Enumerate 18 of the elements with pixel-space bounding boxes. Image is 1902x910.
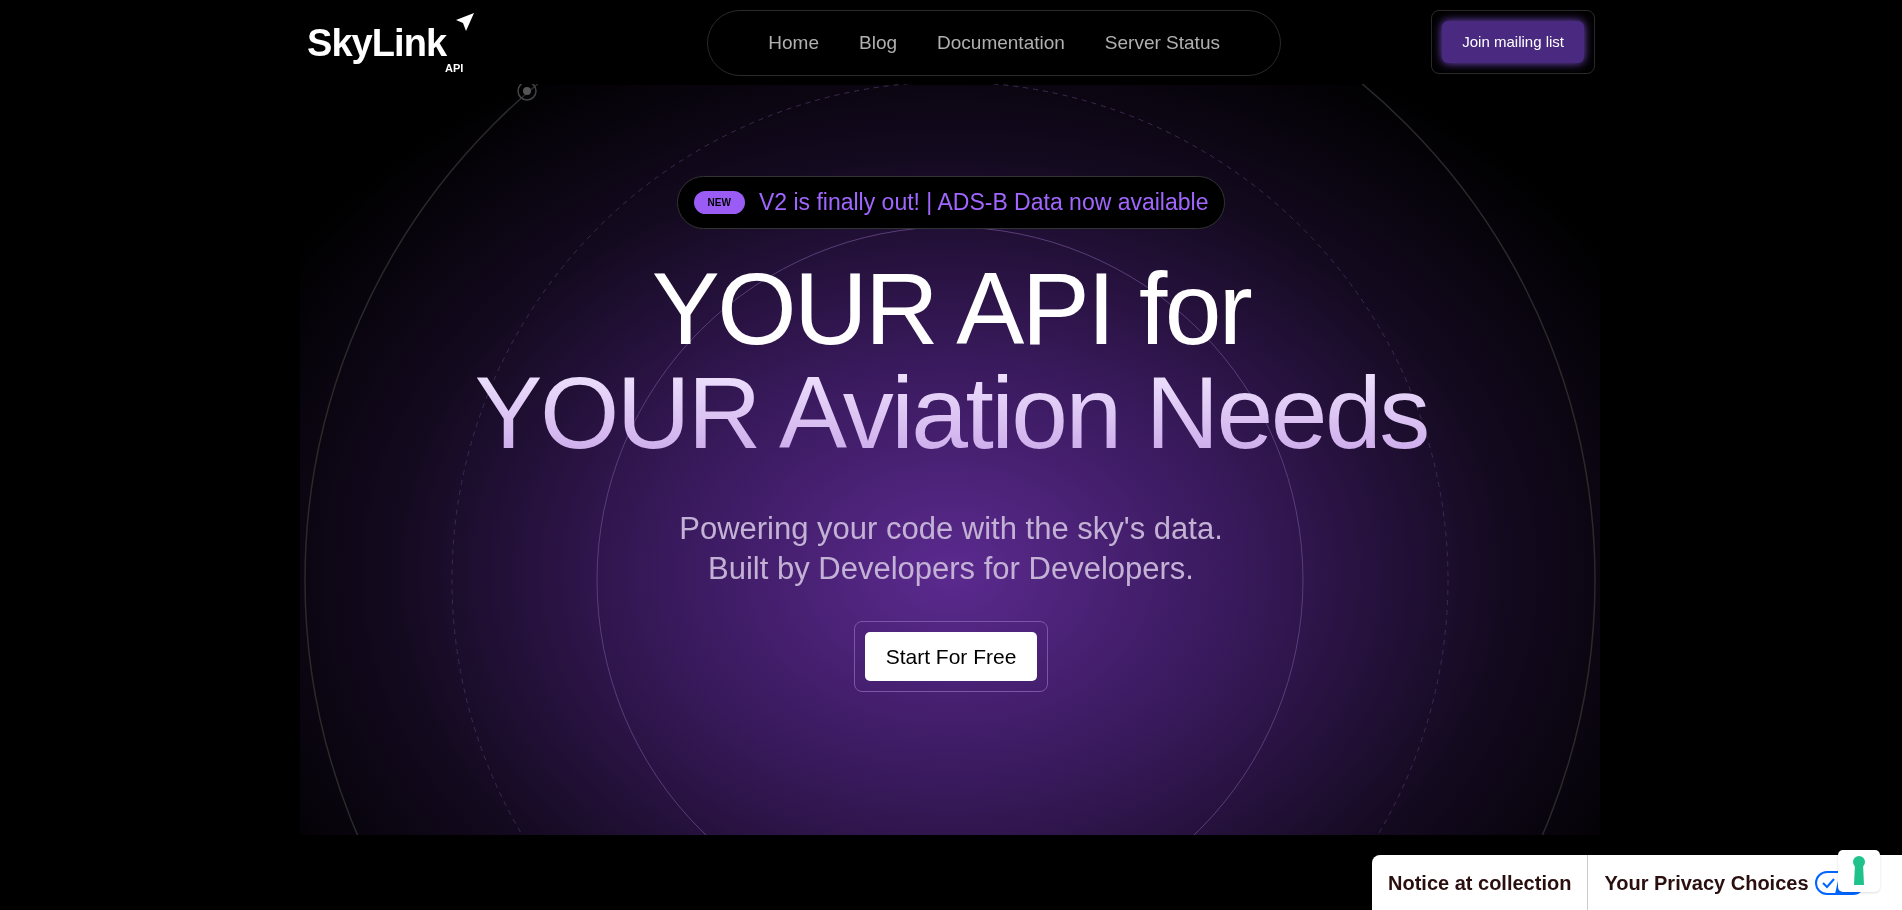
start-for-free-button[interactable]: Start For Free — [864, 632, 1038, 681]
announcement-text: V2 is finally out! | ADS-B Data now available — [758, 188, 1209, 218]
key-button[interactable] — [1838, 850, 1880, 892]
nav-link[interactable]: Server Status — [1104, 28, 1220, 58]
notice-at-collection-link[interactable]: Notice at collection — [1372, 855, 1589, 910]
nav-link[interactable]: Documentation — [937, 28, 1065, 58]
logo-wordmark[interactable]: SkyLink — [307, 24, 447, 62]
keyhole-icon — [1852, 856, 1866, 886]
logo-subtitle: API — [445, 63, 464, 74]
privacy-choices-link[interactable]: Your Privacy Choices — [1588, 855, 1825, 910]
headline: YOUR API for — [651, 257, 1251, 361]
subtitle: Powering your code with the sky's data. — [679, 510, 1223, 548]
subtitle: Built by Developers for Developers. — [708, 550, 1194, 588]
announcement-banner[interactable]: NEW V2 is finally out! | ADS-B Data now available — [676, 176, 1226, 229]
join-mailing-list-button[interactable]: Join mailing list — [1442, 21, 1584, 63]
new-badge: NEW — [693, 191, 745, 214]
nav-link[interactable]: Blog — [859, 28, 898, 58]
nav-link[interactable]: Home — [768, 28, 819, 58]
